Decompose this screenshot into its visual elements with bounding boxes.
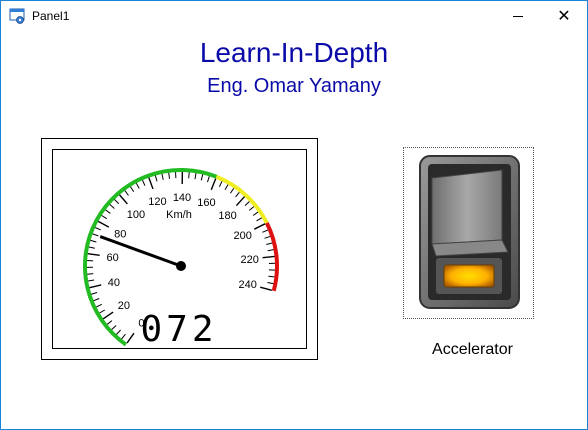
close-icon: ✕: [557, 8, 571, 25]
gauge-minor-tick: [230, 187, 235, 194]
gauge-minor-tick: [92, 233, 99, 237]
gauge-minor-tick: [116, 329, 121, 335]
gauge-minor-tick: [111, 325, 117, 330]
minimize-button[interactable]: [495, 1, 541, 31]
speed-gauge: 020406080100120 140 160180200220240 Km/h 0…: [83, 168, 279, 350]
gauge-minor-tick: [109, 204, 115, 209]
gauge-tick-label: 240: [238, 279, 256, 291]
gauge-minor-tick: [194, 173, 197, 180]
gauge-minor-tick: [218, 181, 223, 188]
gauge-minor-tick: [206, 176, 210, 183]
gauge-tick-label: 220: [240, 254, 258, 266]
gauge-minor-tick: [130, 186, 135, 193]
gauge-minor-tick: [142, 180, 146, 186]
gauge-major-tick: [97, 220, 110, 228]
gauge-major-tick: [126, 332, 135, 344]
gauge-minor-tick: [252, 211, 259, 216]
gauge-minor-tick: [188, 172, 190, 179]
minimize-icon: [513, 15, 523, 17]
speed-gauge-panel: 0 20 40 60 80 100 120 140 160 180 200 220 240 Km/h 0…: [52, 149, 307, 350]
gauge-minor-tick: [235, 191, 240, 198]
gauge-tick-label: 140: [173, 192, 191, 204]
gauge-major-tick: [253, 223, 266, 230]
gauge-minor-tick: [87, 273, 94, 275]
gauge-minor-tick: [262, 229, 269, 233]
app-icon: [9, 8, 25, 24]
gauge-major-tick: [262, 255, 275, 259]
gauge-minor-tick: [124, 190, 129, 196]
gauge-needle-hub: [176, 261, 186, 271]
page-subtitle: Eng. Omar Yamany: [207, 75, 381, 97]
gauge-minor-tick: [121, 333, 126, 340]
gauge-tick-label: 60: [106, 252, 118, 264]
gauge-major-tick: [119, 194, 128, 205]
gauge-minor-tick: [101, 215, 108, 220]
gauge-major-tick: [89, 284, 102, 289]
title-bar[interactable]: Panel1 ✕: [1, 1, 587, 31]
gauge-major-tick: [148, 177, 154, 190]
gauge-minor-tick: [95, 227, 101, 231]
gauge-minor-tick: [93, 298, 100, 302]
window-title: Panel1: [32, 9, 70, 23]
close-button[interactable]: ✕: [541, 1, 587, 31]
page-title: Learn-In-Depth: [199, 37, 389, 68]
gauge-minor-tick: [114, 199, 120, 205]
gauge-tick-label: 200: [233, 230, 251, 242]
gauge-minor-tick: [264, 235, 271, 239]
gauge-tick-label: 180: [218, 210, 236, 222]
gauge-minor-tick: [161, 173, 164, 180]
gauge-major-tick: [235, 196, 246, 207]
gauge-minor-tick: [106, 320, 113, 325]
gauge-tick-label: 80: [114, 228, 126, 240]
gauge-minor-tick: [266, 242, 273, 245]
gauge-minor-tick: [267, 282, 274, 285]
gauge-major-tick: [210, 178, 217, 191]
gauge-minor-tick: [224, 184, 229, 191]
gauge-major-tick: [260, 286, 272, 292]
gauge-unit-label: Km/h: [166, 209, 192, 221]
gauge-minor-tick: [96, 303, 103, 308]
toggle-switch-icon: [419, 155, 520, 309]
gauge-minor-tick: [90, 239, 97, 243]
gauge-minor-tick: [88, 246, 95, 249]
gauge-major-tick: [102, 311, 114, 320]
gauge-minor-tick: [135, 183, 140, 189]
gauge-tick-label: 120: [148, 196, 166, 208]
gauge-minor-tick: [105, 209, 111, 214]
accelerator-label: Accelerator: [432, 341, 513, 358]
gauge-minor-tick: [200, 174, 204, 181]
gauge-minor-tick: [268, 275, 275, 278]
gauge-minor-tick: [88, 279, 95, 282]
gauge-minor-tick: [267, 249, 274, 252]
gauge-tick-label: 40: [108, 277, 120, 289]
gauge-tick-label: 100: [127, 209, 145, 221]
gauge-major-tick: [87, 253, 100, 256]
indicator-lamp: [443, 264, 495, 288]
speed-gauge-frame: 0 20 40 60 80 100 120 140 160 180 200 220 240 Km/h 0…: [41, 138, 318, 360]
gauge-minor-tick: [168, 172, 171, 179]
gauge-tick-label: 20: [118, 300, 130, 312]
gauge-minor-tick: [154, 175, 158, 182]
panel-window: Panel1 ✕ Learn-In-Depth Eng. Omar Yamany…: [0, 0, 588, 430]
gauge-minor-tick: [91, 291, 98, 295]
gauge-minor-tick: [248, 206, 255, 211]
gauge-tick-label: 160: [197, 197, 215, 209]
accelerator-switch[interactable]: [403, 147, 534, 319]
gauge-minor-tick: [256, 217, 262, 222]
gauge-minor-tick: [244, 201, 250, 206]
gauge-minor-tick: [99, 309, 106, 314]
gauge-digital-readout: 072: [140, 309, 217, 348]
